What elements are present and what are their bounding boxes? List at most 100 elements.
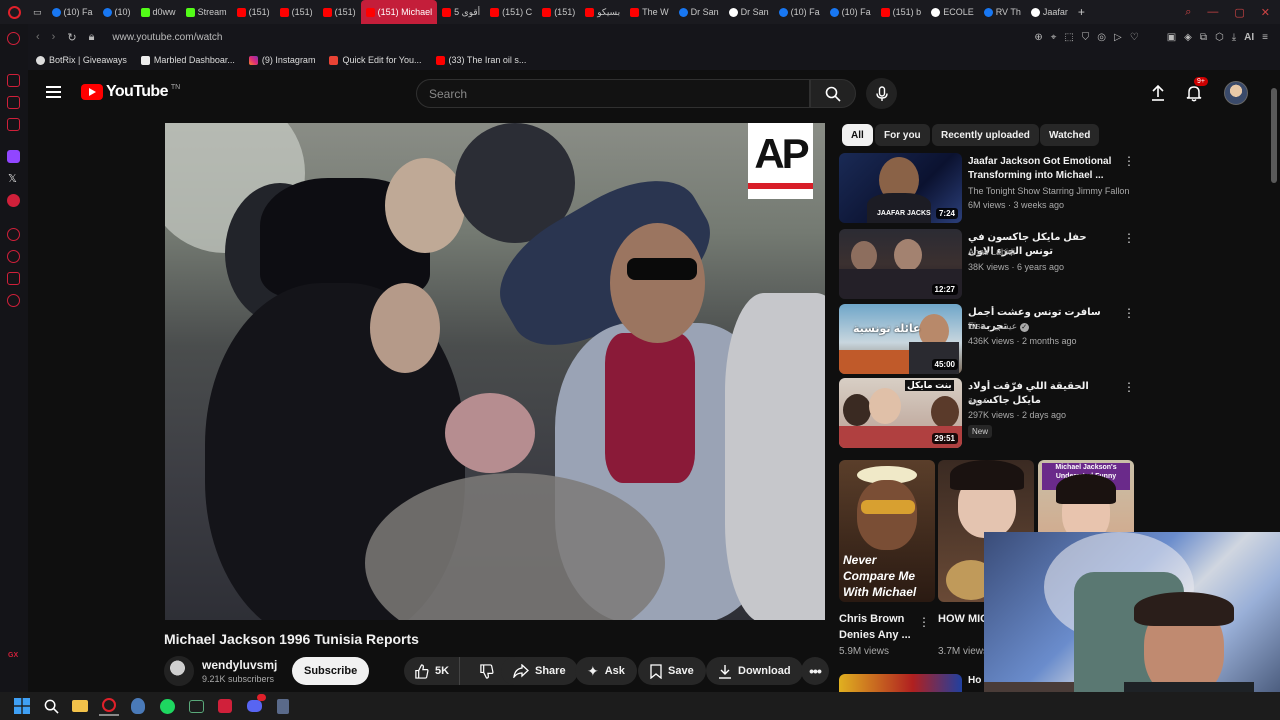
- snapshot-icon[interactable]: ⬚: [1064, 32, 1073, 43]
- vpn-icon[interactable]: ◎: [1097, 32, 1106, 43]
- video-thumbnail[interactable]: عائلة تونسية 45:00: [839, 304, 962, 374]
- menu-icon[interactable]: ≡: [1262, 32, 1268, 43]
- calculator-icon[interactable]: [273, 696, 293, 716]
- player-icon[interactable]: [7, 228, 20, 241]
- recommendation-channel[interactable]: The Tonight Show Starring Jimmy Fallon: [968, 186, 1129, 196]
- channel-avatar[interactable]: [164, 656, 194, 686]
- like-button[interactable]: 5K: [404, 657, 461, 685]
- settings-icon[interactable]: [7, 294, 20, 307]
- video-thumbnail[interactable]: بنت مايكل 29:51: [839, 378, 962, 448]
- minimize-icon[interactable]: —: [1207, 6, 1218, 19]
- browser-tab[interactable]: (10): [98, 0, 136, 24]
- recommendation-item[interactable]: 12:27 حفل مايكل جاكسون في تونس الجزء الا…: [839, 229, 1139, 301]
- next-video-thumbnail[interactable]: [839, 674, 962, 692]
- channel-name[interactable]: wendyluvsmj: [202, 658, 277, 672]
- url-field[interactable]: www.youtube.com/watch: [112, 32, 222, 43]
- taskbar-search-icon[interactable]: [41, 696, 61, 716]
- extension-icon[interactable]: ◈: [1184, 32, 1192, 43]
- share-button[interactable]: Share: [501, 657, 578, 685]
- xbox-icon[interactable]: [186, 696, 206, 716]
- more-vertical-icon[interactable]: ⋮: [1123, 381, 1135, 393]
- play-icon[interactable]: ▷: [1114, 32, 1122, 43]
- messenger-icon[interactable]: [7, 96, 20, 109]
- puzzle-icon[interactable]: ⧉: [1200, 32, 1207, 43]
- more-vertical-icon[interactable]: ⋮: [1123, 307, 1135, 319]
- browser-tab[interactable]: (151): [275, 0, 318, 24]
- chip-for-you[interactable]: For you: [875, 124, 930, 146]
- new-tab-icon[interactable]: +: [1073, 0, 1090, 24]
- browser-tab[interactable]: (10) Fa: [47, 0, 98, 24]
- recommendation-channel[interactable]: Eisa - عيسى ✓: [968, 321, 1029, 332]
- heart-icon[interactable]: ♡: [1130, 32, 1139, 43]
- browser-tab[interactable]: (10) Fa: [774, 0, 825, 24]
- app-taskbar-icon[interactable]: [128, 696, 148, 716]
- history-icon[interactable]: [7, 32, 20, 45]
- browser-tab[interactable]: ECOLE: [926, 0, 979, 24]
- camera-icon[interactable]: ▣: [1167, 32, 1176, 43]
- recommendation-channel[interactable]: عربية: [968, 395, 988, 406]
- extensions-panel-icon[interactable]: [7, 272, 20, 285]
- opera-gx-taskbar-icon[interactable]: [99, 696, 119, 716]
- windows-start-icon[interactable]: [12, 696, 32, 716]
- browser-tab[interactable]: The W: [625, 0, 674, 24]
- short-thumbnail[interactable]: Never Compare Me With Michael: [839, 460, 935, 602]
- video-thumbnail[interactable]: JAAFAR JACKS 7:24: [839, 153, 962, 223]
- back-icon[interactable]: ‹: [36, 31, 40, 44]
- subscribe-button[interactable]: Subscribe: [292, 657, 370, 685]
- browser-tab[interactable]: Dr San: [724, 0, 774, 24]
- file-explorer-icon[interactable]: [70, 696, 90, 716]
- bookmark-quick-edit[interactable]: Quick Edit for You...: [329, 55, 422, 65]
- chip-watched[interactable]: Watched: [1040, 124, 1100, 146]
- voice-search-button[interactable]: [866, 78, 897, 109]
- browser-tab[interactable]: Jaafar: [1026, 0, 1073, 24]
- chip-recently-uploaded[interactable]: Recently uploaded: [932, 124, 1039, 146]
- maximize-icon[interactable]: ▢: [1234, 6, 1244, 19]
- browser-tab[interactable]: (151) Michael: [360, 0, 438, 24]
- reload-icon[interactable]: ↻: [67, 31, 76, 44]
- recommendation-item[interactable]: عائلة تونسية 45:00 سافرت تونس وعشت أجمل …: [839, 304, 1139, 376]
- browser-tab[interactable]: RV Th: [979, 0, 1026, 24]
- x-twitter-icon[interactable]: 𝕏: [8, 172, 17, 185]
- lock-icon[interactable]: 🔒︎: [89, 31, 95, 44]
- bookmark-instagram[interactable]: (9) Instagram: [248, 55, 315, 65]
- close-window-icon[interactable]: ✕: [1261, 6, 1270, 19]
- youtube-logo[interactable]: YouTube TN: [81, 83, 180, 101]
- browser-tab[interactable]: d0ww: [136, 0, 181, 24]
- ai-icon[interactable]: AI: [1244, 32, 1254, 43]
- pin-icon[interactable]: ⌖: [1051, 32, 1057, 43]
- browser-tab[interactable]: بسيكو: [580, 0, 625, 24]
- video-thumbnail[interactable]: 12:27: [839, 229, 962, 299]
- recommendation-channel[interactable]: Anas Labidi: [968, 247, 1015, 257]
- download-button[interactable]: Download: [706, 657, 803, 685]
- tab-workspaces-icon[interactable]: ▭: [28, 0, 47, 24]
- next-video-title[interactable]: Ho: [968, 675, 981, 686]
- discord-icon[interactable]: [244, 694, 266, 716]
- more-vertical-icon[interactable]: ⋮: [1123, 155, 1135, 167]
- browser-tab[interactable]: 5 أقوى: [437, 0, 485, 24]
- bookmarks-panel-icon[interactable]: [7, 118, 20, 131]
- search-button[interactable]: [810, 79, 856, 108]
- browser-tab[interactable]: Stream: [181, 0, 232, 24]
- browser-tab[interactable]: (10) Fa: [825, 0, 876, 24]
- search-input[interactable]: Search: [416, 79, 810, 108]
- more-vertical-icon[interactable]: ⋮: [1123, 232, 1135, 244]
- youtube-music-icon[interactable]: [7, 194, 20, 207]
- video-player[interactable]: AP: [165, 123, 825, 620]
- ask-button[interactable]: ✦ Ask: [575, 657, 637, 685]
- hamburger-menu-icon[interactable]: [46, 86, 61, 98]
- more-actions-button[interactable]: •••: [801, 657, 829, 685]
- bookmark-botrix[interactable]: BotRix | Giveaways: [36, 55, 127, 65]
- bookmark-icon[interactable]: ⬡: [1215, 32, 1224, 43]
- recommendation-item[interactable]: JAAFAR JACKS 7:24 Jaafar Jackson Got Emo…: [839, 153, 1139, 225]
- scrollbar-thumb[interactable]: [1271, 88, 1277, 183]
- opera-logo-icon[interactable]: [0, 0, 28, 24]
- recommendation-title[interactable]: الحقيقة اللي فرّقت أولاد مايكل جاكسون: [968, 380, 1116, 408]
- download-browser-icon[interactable]: ⤓: [1232, 32, 1236, 43]
- recommendation-item[interactable]: بنت مايكل 29:51 الحقيقة اللي فرّقت أولاد…: [839, 378, 1139, 450]
- more-vertical-icon[interactable]: ⋮: [918, 616, 930, 628]
- notifications-button[interactable]: 9+: [1181, 77, 1208, 106]
- recommendation-title[interactable]: Jaafar Jackson Got Emotional Transformin…: [968, 155, 1116, 183]
- account-avatar[interactable]: [1223, 80, 1249, 106]
- save-button[interactable]: Save: [638, 657, 706, 685]
- media-app-icon[interactable]: [215, 696, 235, 716]
